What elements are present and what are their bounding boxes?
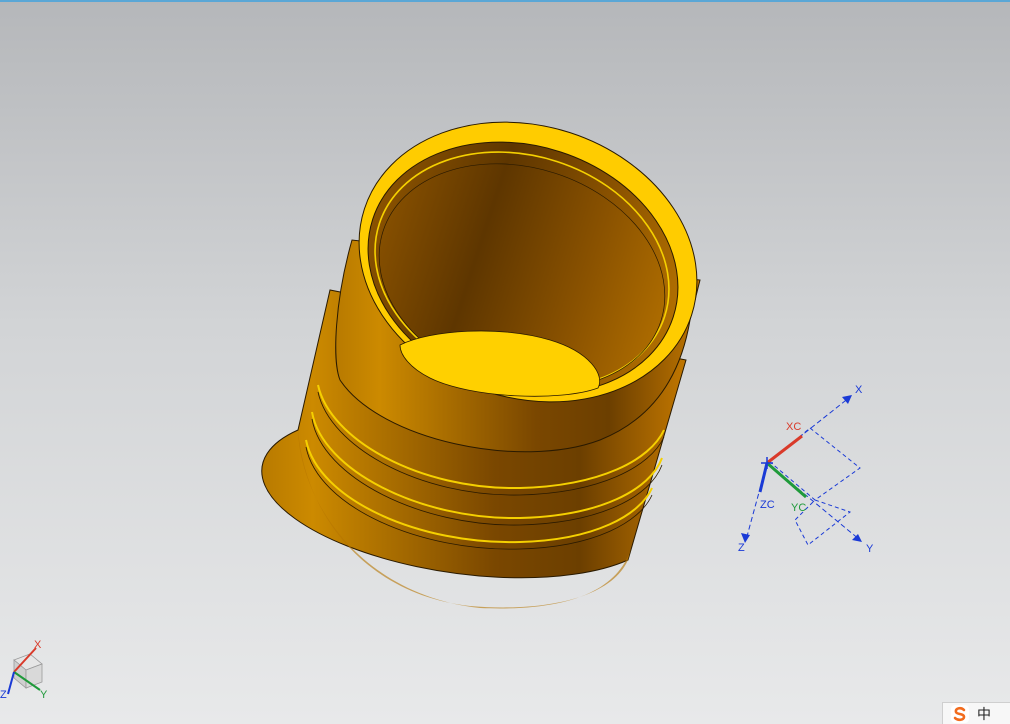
wcs-zc-label: ZC bbox=[760, 499, 775, 511]
wcs-x-label: X bbox=[855, 384, 863, 396]
wcs-y-label: Y bbox=[866, 543, 874, 555]
ime-mode-toggle[interactable]: 中 bbox=[977, 704, 991, 724]
sogou-logo-icon[interactable] bbox=[951, 704, 969, 723]
view-y-label: Y bbox=[40, 689, 48, 701]
view-z-label: Z bbox=[0, 689, 7, 701]
view-triad[interactable]: X Y Z bbox=[0, 639, 48, 701]
wcs-z-label: Z bbox=[738, 542, 745, 554]
ime-toolbar[interactable]: 中 bbox=[942, 702, 1010, 724]
wcs-xc-label: XC bbox=[786, 421, 801, 433]
wcs-triad[interactable]: X Y Z XC YC ZC bbox=[738, 384, 874, 555]
wcs-yc-label: YC bbox=[791, 502, 806, 514]
view-x-label: X bbox=[34, 639, 42, 651]
scene-canvas: X Y Z XC YC ZC X Y Z bbox=[0, 121, 874, 701]
